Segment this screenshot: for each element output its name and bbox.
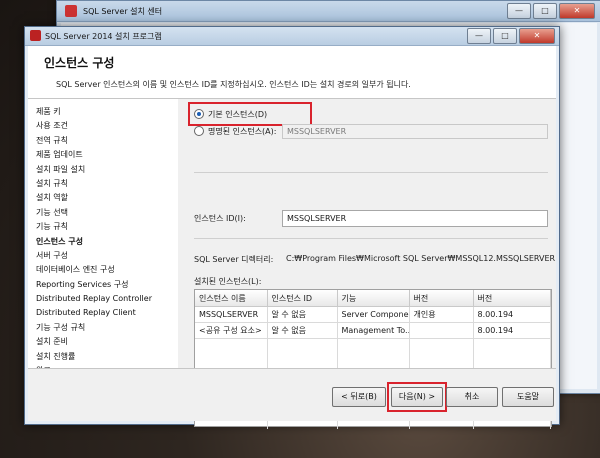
separator [194, 238, 548, 239]
table-cell: 개인용 [409, 306, 474, 323]
setup-dialog: SQL Server 2014 설치 프로그램 — □ ✕ 인스턴스 구성 SQ… [24, 26, 560, 429]
sql-directory-value: C:₩Program Files₩Microsoft SQL Server₩MS… [286, 254, 556, 263]
table-cell: MSSQLSERVER [195, 306, 268, 323]
help-button[interactable]: 도움말 [502, 387, 554, 407]
grid-column-header[interactable]: 버전 [473, 290, 551, 307]
sql-server-icon [65, 5, 77, 17]
sidebar-step[interactable]: 서버 구성 [36, 249, 178, 263]
empty-row [195, 338, 551, 354]
page-header: 인스턴스 구성 SQL Server 인스턴스의 이름 및 인스턴스 ID를 지… [28, 46, 556, 99]
table-cell: 8.00.194 [473, 306, 551, 323]
maximize-button[interactable]: □ [533, 3, 557, 19]
table-cell: Server Compone... [337, 306, 410, 323]
sidebar-step[interactable]: 제품 업데이트 [36, 148, 178, 162]
installed-instances-label: 설치된 인스턴스(L): [194, 277, 262, 286]
sidebar-step[interactable]: 설치 규칙 [36, 177, 178, 191]
named-instance-radio[interactable] [194, 126, 204, 136]
sidebar-step[interactable]: 사용 조건 [36, 119, 178, 133]
table-row[interactable]: MSSQLSERVER 알 수 없음 Server Compone... 개인용 8.0… [195, 306, 551, 323]
sidebar-step[interactable]: Reporting Services 구성 [36, 278, 178, 292]
sidebar-step[interactable]: 인스턴스 구성 [36, 235, 178, 249]
page-description: SQL Server 인스턴스의 이름 및 인스턴스 ID를 지정하십시오. 인… [56, 80, 411, 89]
sidebar-step[interactable]: 기능 선택 [36, 206, 178, 220]
maximize-button[interactable]: □ [493, 28, 517, 44]
table-cell: Management To... [337, 322, 410, 339]
empty-row [195, 354, 551, 369]
instance-id-label: 인스턴스 ID(I): [194, 214, 246, 223]
back-button[interactable]: < 뒤로(B) [332, 387, 386, 407]
highlight-default-instance [188, 102, 312, 126]
sidebar-step[interactable]: 설치 역할 [36, 191, 178, 205]
sidebar-step[interactable]: 설치 파일 설치 [36, 163, 178, 177]
grid-column-header[interactable]: 버전 [409, 290, 474, 307]
sidebar-step[interactable]: 기능 규칙 [36, 220, 178, 234]
sidebar-step[interactable]: 전역 규칙 [36, 134, 178, 148]
sidebar-step[interactable]: 설치 준비 [36, 335, 178, 349]
installation-center-titlebar[interactable]: SQL Server 설치 센터 — □ ✕ [57, 1, 600, 22]
sidebar-step[interactable]: Distributed Replay Controller [36, 292, 178, 306]
table-cell: 알 수 없음 [267, 322, 338, 339]
close-button[interactable]: ✕ [519, 28, 555, 44]
minimize-button[interactable]: — [467, 28, 491, 44]
sql-server-icon [30, 30, 41, 41]
table-cell: 알 수 없음 [267, 306, 338, 323]
named-instance-label: 명명된 인스턴스(A): [208, 126, 277, 136]
grid-column-header[interactable]: 기능 [337, 290, 410, 307]
named-instance-input[interactable]: MSSQLSERVER [282, 124, 548, 139]
minimize-button[interactable]: — [507, 3, 531, 19]
table-cell [409, 322, 474, 339]
grid-column-header[interactable]: 인스턴스 이름 [195, 290, 268, 307]
named-instance-option[interactable]: 명명된 인스턴스(A): [194, 124, 276, 138]
sql-directory-label: SQL Server 디렉터리: [194, 255, 274, 264]
sidebar-step[interactable]: 설치 진행률 [36, 350, 178, 364]
sidebar-step[interactable]: 데이터베이스 엔진 구성 [36, 263, 178, 277]
separator [194, 172, 548, 173]
close-button[interactable]: ✕ [559, 3, 595, 19]
table-cell: <공유 구성 요소> [195, 322, 268, 339]
sidebar-step[interactable]: 제품 키 [36, 105, 178, 119]
grid-column-header[interactable]: 인스턴스 ID [267, 290, 338, 307]
highlight-next-button [387, 382, 447, 412]
instance-config-panel: 기본 인스턴스(D) 명명된 인스턴스(A): MSSQLSERVER 인스턴스… [182, 99, 556, 429]
steps-sidebar: 제품 키 사용 조건 전역 규칙 제품 업데이트 설치 파일 설치 설치 규칙 설치 역할 기… [28, 99, 178, 375]
sidebar-step[interactable]: 기능 구성 규칙 [36, 321, 178, 335]
cancel-button[interactable]: 취소 [446, 387, 498, 407]
setup-title: SQL Server 2014 설치 프로그램 [45, 31, 162, 41]
table-row[interactable]: <공유 구성 요소> 알 수 없음 Management To... 8.00.194 [195, 322, 551, 339]
sidebar-step[interactable]: Distributed Replay Client [36, 306, 178, 320]
table-cell: 8.00.194 [473, 322, 551, 339]
setup-titlebar[interactable]: SQL Server 2014 설치 프로그램 — □ ✕ [25, 27, 559, 46]
installation-center-title: SQL Server 설치 센터 [83, 6, 163, 16]
button-bar: < 뒤로(B) 다음(N) > 취소 도움말 [28, 368, 556, 421]
instance-id-input[interactable]: MSSQLSERVER [282, 210, 548, 227]
page-title: 인스턴스 구성 [44, 56, 115, 70]
